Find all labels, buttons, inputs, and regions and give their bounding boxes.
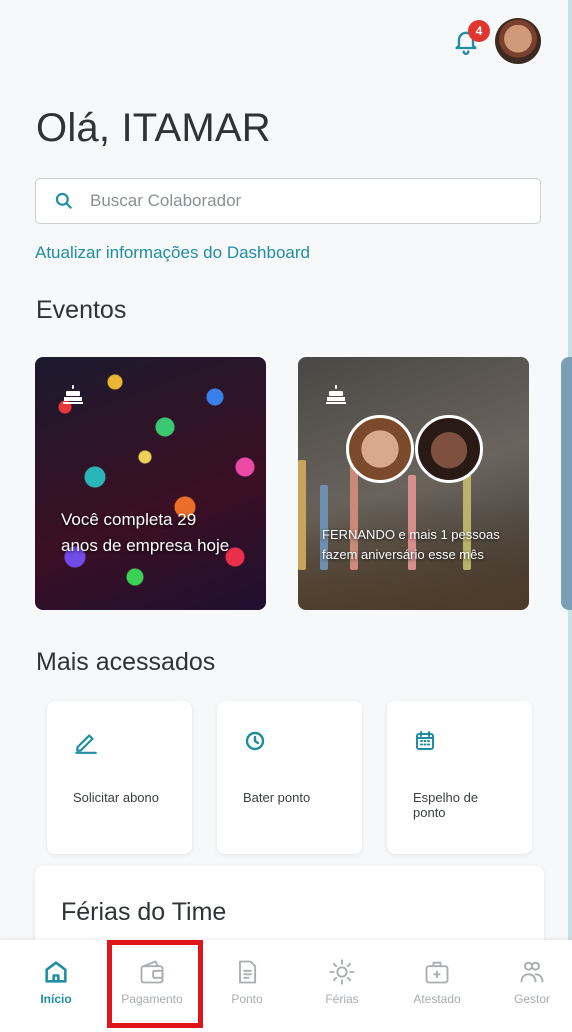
nav-ponto[interactable]: Ponto (207, 958, 287, 1006)
shortcut-bater-ponto[interactable]: Bater ponto (217, 701, 362, 854)
team-vacation-title: Férias do Time (61, 898, 227, 926)
nav-atestado[interactable]: Atestado (397, 958, 477, 1006)
search-box[interactable] (35, 178, 541, 224)
most-accessed-title: Mais acessados (36, 648, 216, 676)
nav-ferias[interactable]: Férias (302, 958, 382, 1006)
event-card-partial[interactable] (561, 357, 572, 610)
page-title: Olá, ITAMAR (36, 106, 271, 150)
nav-gestor[interactable]: Gestor (492, 958, 572, 1006)
team-icon (520, 961, 544, 983)
nav-label: Atestado (413, 992, 461, 1006)
medical-bag-icon (425, 961, 449, 984)
cake-icon (63, 385, 83, 404)
shortcut-label: Bater ponto (243, 790, 311, 805)
avatar (415, 415, 483, 483)
cake-icon (326, 385, 346, 404)
events-title: Eventos (36, 296, 127, 324)
update-dashboard-link[interactable]: Atualizar informações do Dashboard (35, 243, 310, 263)
search-input[interactable] (88, 190, 512, 212)
nav-label: Gestor (513, 992, 550, 1006)
nav-label: Ponto (231, 992, 263, 1006)
event-card-birthdays[interactable]: FERNANDO e mais 1 pessoas fazem aniversá… (298, 357, 529, 610)
event-text: Você completa 29 anos de empresa hoje (61, 510, 230, 555)
event-card-anniversary[interactable]: Você completa 29 anos de empresa hoje (35, 357, 266, 610)
avatar[interactable] (495, 18, 541, 64)
calendar-icon (416, 731, 434, 750)
shortcut-label: Solicitar abono (73, 790, 159, 805)
document-icon (239, 960, 257, 984)
home-icon (45, 961, 67, 983)
nav-label: Início (40, 992, 72, 1006)
highlight-box (107, 940, 203, 1028)
notification-badge: 4 (468, 20, 490, 42)
bottom-nav: Início Pagamento Ponto Férias Atestado G… (0, 940, 572, 1032)
pencil-icon (75, 734, 97, 754)
shortcut-label: Espelho de ponto (413, 790, 479, 820)
shortcut-espelho-de-ponto[interactable]: Espelho de ponto (387, 701, 532, 854)
sun-icon (329, 959, 355, 985)
avatar (346, 415, 414, 483)
shortcut-solicitar-abono[interactable]: Solicitar abono (47, 701, 192, 854)
search-icon (55, 192, 72, 209)
clock-icon (245, 731, 265, 751)
nav-label: Férias (325, 992, 359, 1006)
nav-inicio[interactable]: Início (16, 958, 96, 1006)
event-text: FERNANDO e mais 1 pessoas fazem aniversá… (322, 527, 500, 562)
